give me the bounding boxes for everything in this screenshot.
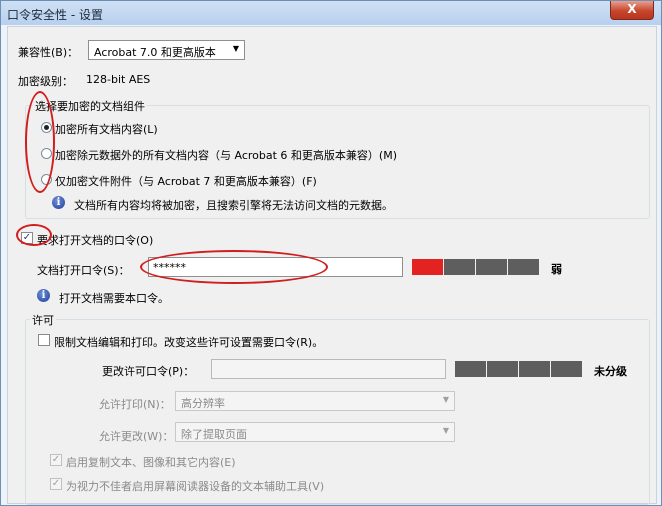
window-title: 口令安全性 - 设置: [7, 8, 103, 22]
enable-copy-checkbox[interactable]: ✓: [50, 454, 62, 466]
enable-copy-label[interactable]: 启用复制文本、图像和其它内容(E): [66, 454, 236, 470]
dialog-body: 兼容性(B)： Acrobat 7.0 和更高版本 ▼ 加密级别： 128-bi…: [7, 26, 657, 505]
changes-select[interactable]: 除了提取页面 ▼: [175, 422, 455, 442]
annotation-ellipse: [16, 224, 52, 246]
chevron-down-icon: ▼: [232, 44, 239, 53]
strength-segment: [444, 259, 475, 275]
radio-encrypt-attachments-label[interactable]: 仅加密文件附件（与 Acrobat 7 和更高版本兼容）(F): [55, 173, 317, 189]
strength-segment: [519, 361, 550, 377]
permissions-legend: 许可: [30, 312, 56, 328]
restrict-editing-checkbox[interactable]: [38, 334, 50, 346]
enable-accessibility-checkbox[interactable]: ✓: [50, 478, 62, 490]
strength-segment: [455, 361, 486, 377]
strength-segment: [551, 361, 582, 377]
info-icon: i: [52, 196, 65, 209]
require-open-password-label[interactable]: 要求打开文档的口令(O): [37, 232, 153, 248]
open-password-info-text: 打开文档需要本口令。: [59, 292, 169, 305]
strength-segment: [508, 259, 539, 275]
title-bar[interactable]: 口令安全性 - 设置 X: [1, 1, 661, 25]
open-password-strength-label: 弱: [551, 263, 562, 276]
info-icon: i: [37, 289, 50, 302]
changes-value: 除了提取页面: [181, 428, 247, 441]
enable-accessibility-label[interactable]: 为视力不佳者启用屏幕阅读器设备的文本辅助工具(V): [66, 478, 324, 494]
printing-select[interactable]: 高分辨率 ▼: [175, 391, 455, 411]
perm-password-label: 更改许可口令(P)：: [102, 365, 195, 378]
chevron-down-icon: ▼: [442, 426, 449, 435]
printing-label: 允许打印(N)：: [99, 398, 171, 411]
annotation-ellipse: [140, 250, 328, 284]
restrict-editing-label[interactable]: 限制文档编辑和打印。改变这些许可设置需要口令(R)。: [54, 334, 323, 350]
compat-select[interactable]: Acrobat 7.0 和更高版本 ▼: [88, 40, 245, 60]
components-info-text: 文档所有内容均将被加密，且搜索引擎将无法访问文档的元数据。: [74, 199, 393, 212]
perm-password-input[interactable]: [211, 359, 446, 379]
changes-label: 允许更改(W)：: [99, 430, 174, 443]
strength-segment: [476, 259, 507, 275]
password-security-dialog: 口令安全性 - 设置 X 兼容性(B)： Acrobat 7.0 和更高版本 ▼…: [0, 0, 662, 506]
chevron-down-icon: ▼: [442, 395, 449, 404]
strength-segment: [412, 259, 443, 275]
radio-encrypt-except-metadata-label[interactable]: 加密除元数据外的所有文档内容（与 Acrobat 6 和更高版本兼容）(M): [55, 147, 397, 163]
radio-encrypt-all-label[interactable]: 加密所有文档内容(L): [55, 121, 158, 137]
printing-value: 高分辨率: [181, 397, 225, 410]
compat-label: 兼容性(B)：: [18, 46, 79, 59]
strength-segment: [487, 361, 518, 377]
perm-password-strength-label: 未分级: [594, 365, 627, 378]
encryption-value: 128-bit AES: [86, 73, 151, 86]
annotation-ellipse: [25, 91, 55, 193]
compat-value: Acrobat 7.0 和更高版本: [94, 46, 216, 59]
close-button[interactable]: X: [610, 1, 654, 20]
open-password-field-label: 文档打开口令(S)：: [37, 264, 130, 277]
encryption-label: 加密级别：: [18, 75, 73, 88]
